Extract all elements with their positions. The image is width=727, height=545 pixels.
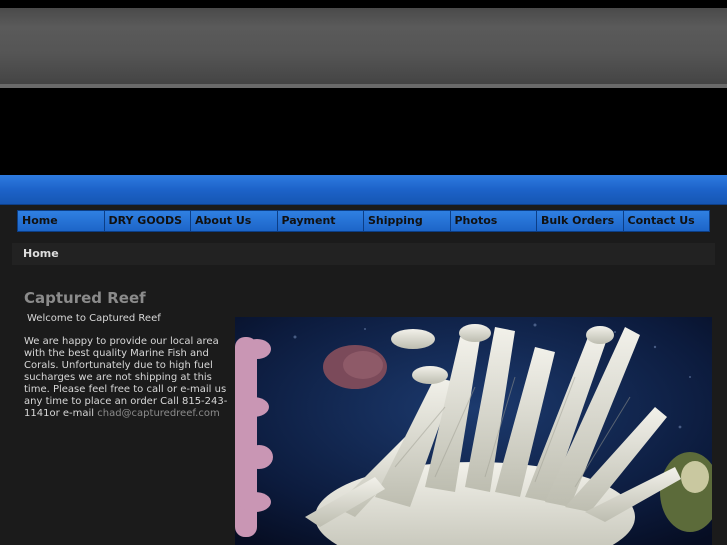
intro-text: We are happy to provide our local area w… [24,336,228,419]
top-band [0,0,727,8]
nav-item-shipping[interactable]: Shipping [364,211,451,231]
coral-image [235,317,712,545]
nav-item-contact-us[interactable]: Contact Us [623,211,709,231]
nav-item-home[interactable]: Home [18,211,105,231]
nav-item-bulk-orders[interactable]: Bulk Orders [537,211,624,231]
main-nav: Home DRY GOODS About Us Payment Shipping… [17,210,710,232]
nav-item-payment[interactable]: Payment [277,211,364,231]
breadcrumb: Home [12,243,715,265]
nav-item-photos[interactable]: Photos [450,211,537,231]
coral-photo [235,317,712,545]
page-title: Captured Reef [24,289,146,307]
welcome-text: Welcome to Captured Reef [27,313,161,324]
header-banner [0,8,727,88]
nav-item-about-us[interactable]: About Us [191,211,278,231]
nav-item-dry-goods[interactable]: DRY GOODS [104,211,191,231]
email-link[interactable]: chad@capturedreef.com [97,408,219,419]
intro-paragraph: We are happy to provide our local area w… [24,336,234,420]
header-black-band [0,88,727,175]
header-blue-band [0,175,727,205]
